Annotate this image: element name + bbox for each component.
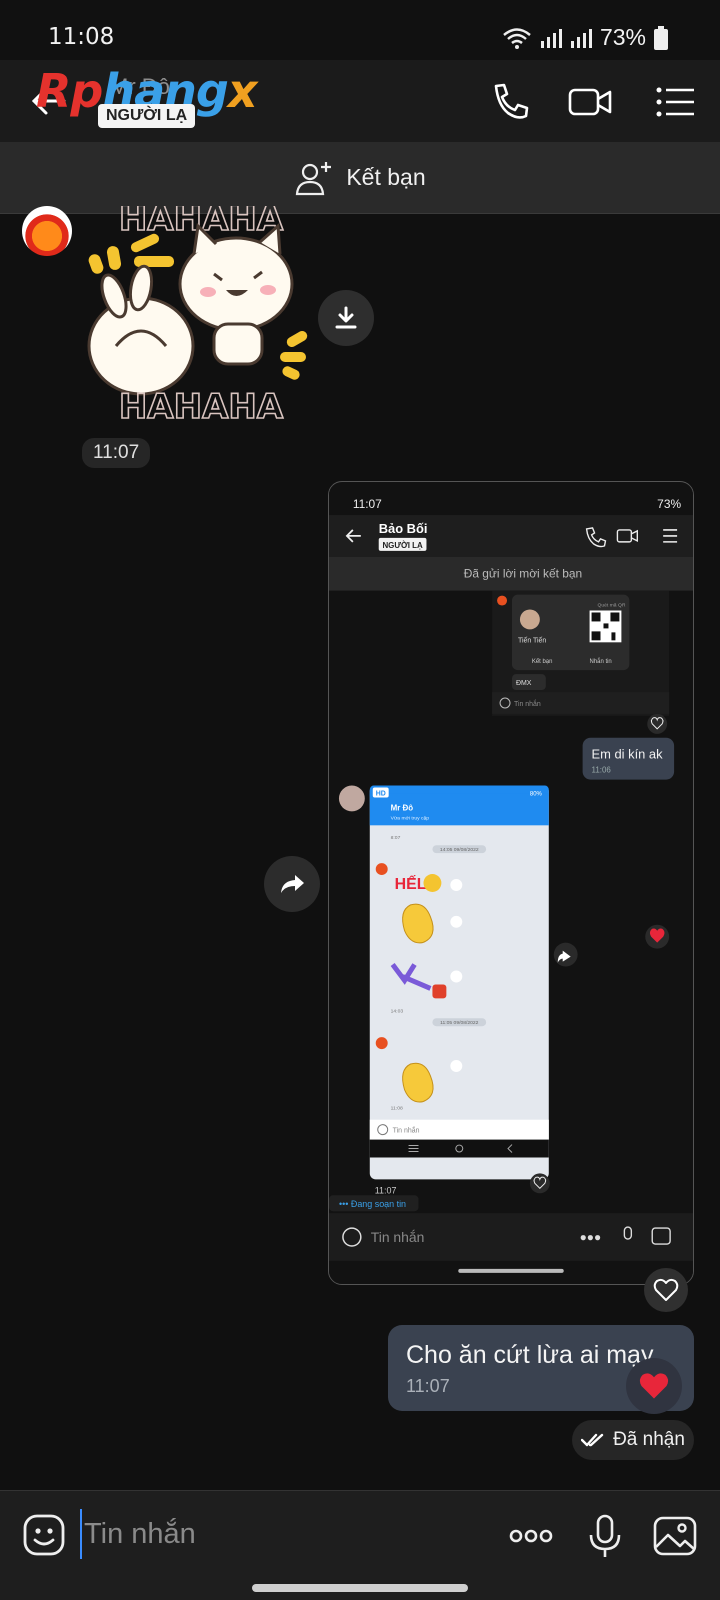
react-heart-button[interactable]: [644, 1268, 688, 1312]
heart-reaction[interactable]: [626, 1358, 682, 1414]
svg-text:HD: HD: [376, 790, 386, 797]
svg-text:80%: 80%: [530, 791, 543, 797]
download-icon: [335, 306, 357, 329]
contact-avatar[interactable]: [22, 206, 72, 256]
svg-text:Vừa mới truy cập: Vừa mới truy cập: [391, 815, 430, 821]
system-nav-bar: [0, 1578, 720, 1600]
home-gesture-bar[interactable]: [252, 1584, 468, 1592]
svg-text:•••: •••: [339, 1199, 348, 1209]
signal-icon: [540, 28, 562, 48]
svg-text:Tin nhắn: Tin nhắn: [393, 1126, 420, 1135]
video-call-icon[interactable]: [568, 80, 612, 124]
svg-text:Bảo Bối: Bảo Bối: [379, 521, 428, 536]
signal-icon-2: [570, 28, 592, 48]
haha-sticker[interactable]: HAHAHA HAHAHA: [86, 206, 316, 426]
battery-icon: [654, 25, 668, 50]
message-composer: [0, 1490, 720, 1578]
svg-text:14:05 09/08/2022: 14:05 09/08/2022: [440, 847, 479, 853]
svg-text:Kết bạn: Kết bạn: [532, 659, 553, 665]
status-icons: 73%: [502, 24, 668, 51]
svg-text:NGƯỜI LẠ: NGƯỜI LẠ: [382, 541, 423, 550]
chat-header: Mr Đô Rphangx NGƯỜI LẠ: [0, 60, 720, 142]
svg-text:Quét mã QR: Quét mã QR: [598, 603, 626, 609]
delivery-status: Đã nhận: [572, 1420, 694, 1460]
heart-icon: [639, 1373, 669, 1399]
svg-text:Em di kín ak: Em di kín ak: [592, 747, 664, 762]
status-time: 11:08: [48, 24, 115, 50]
phone-call-icon[interactable]: [488, 80, 532, 124]
svg-text:Tiến Tiến: Tiến Tiến: [518, 635, 546, 644]
download-sticker-button[interactable]: [318, 290, 374, 346]
svg-text:Mr Đô: Mr Đô: [391, 803, 414, 812]
sticker-emoji-icon[interactable]: [22, 1513, 66, 1557]
svg-text:73%: 73%: [657, 497, 681, 511]
svg-text:11:08: 11:08: [391, 1106, 403, 1112]
add-friend-icon: [296, 161, 332, 195]
svg-text:14:03: 14:03: [391, 1008, 404, 1014]
svg-text:Nhắn tin: Nhắn tin: [590, 658, 612, 665]
svg-text:HẾL: HẾL: [395, 874, 427, 893]
wifi-icon: [503, 27, 531, 49]
stranger-badge: NGƯỜI LẠ: [98, 104, 196, 128]
sticker-time: 11:07: [82, 438, 151, 468]
svg-text:11:05 09/08/2022: 11:05 09/08/2022: [440, 1020, 479, 1026]
add-friend-button[interactable]: Kết bạn: [0, 142, 720, 214]
double-check-icon: [581, 1433, 604, 1447]
battery-percent: 73%: [599, 24, 646, 50]
svg-text:8:07: 8:07: [391, 835, 401, 841]
svg-text:Tin nhắn: Tin nhắn: [371, 1229, 425, 1245]
svg-text:11:06: 11:06: [592, 766, 612, 775]
microphone-icon[interactable]: [582, 1513, 628, 1559]
image-message[interactable]: 11:07 73% Bảo Bối NGƯỜI LẠ Đã gửi lời mờ…: [328, 481, 694, 1285]
svg-text:HAHAHA: HAHAHA: [119, 387, 284, 426]
svg-text:●●●: ●●●: [580, 1230, 602, 1244]
svg-text:Tin nhắn: Tin nhắn: [514, 699, 541, 708]
forward-button[interactable]: [264, 856, 320, 912]
svg-text:ĐMX: ĐMX: [516, 680, 532, 687]
svg-text:Đã gửi lời mời kết bạn: Đã gửi lời mời kết bạn: [464, 567, 582, 581]
message-input[interactable]: [80, 1509, 380, 1559]
svg-text:11:07: 11:07: [375, 1185, 397, 1195]
heart-outline-icon: [653, 1278, 679, 1301]
add-friend-label: Kết bạn: [346, 164, 426, 190]
gallery-image-icon[interactable]: [652, 1513, 698, 1559]
delivery-status-label: Đã nhận: [613, 1429, 685, 1450]
menu-list-icon[interactable]: [654, 80, 698, 124]
more-options-icon[interactable]: [508, 1513, 554, 1559]
share-arrow-icon: [281, 875, 304, 893]
svg-text:Đang soạn tin: Đang soạn tin: [351, 1199, 406, 1209]
svg-text:11:07: 11:07: [353, 497, 382, 511]
status-bar: 11:08 73%: [0, 0, 720, 60]
